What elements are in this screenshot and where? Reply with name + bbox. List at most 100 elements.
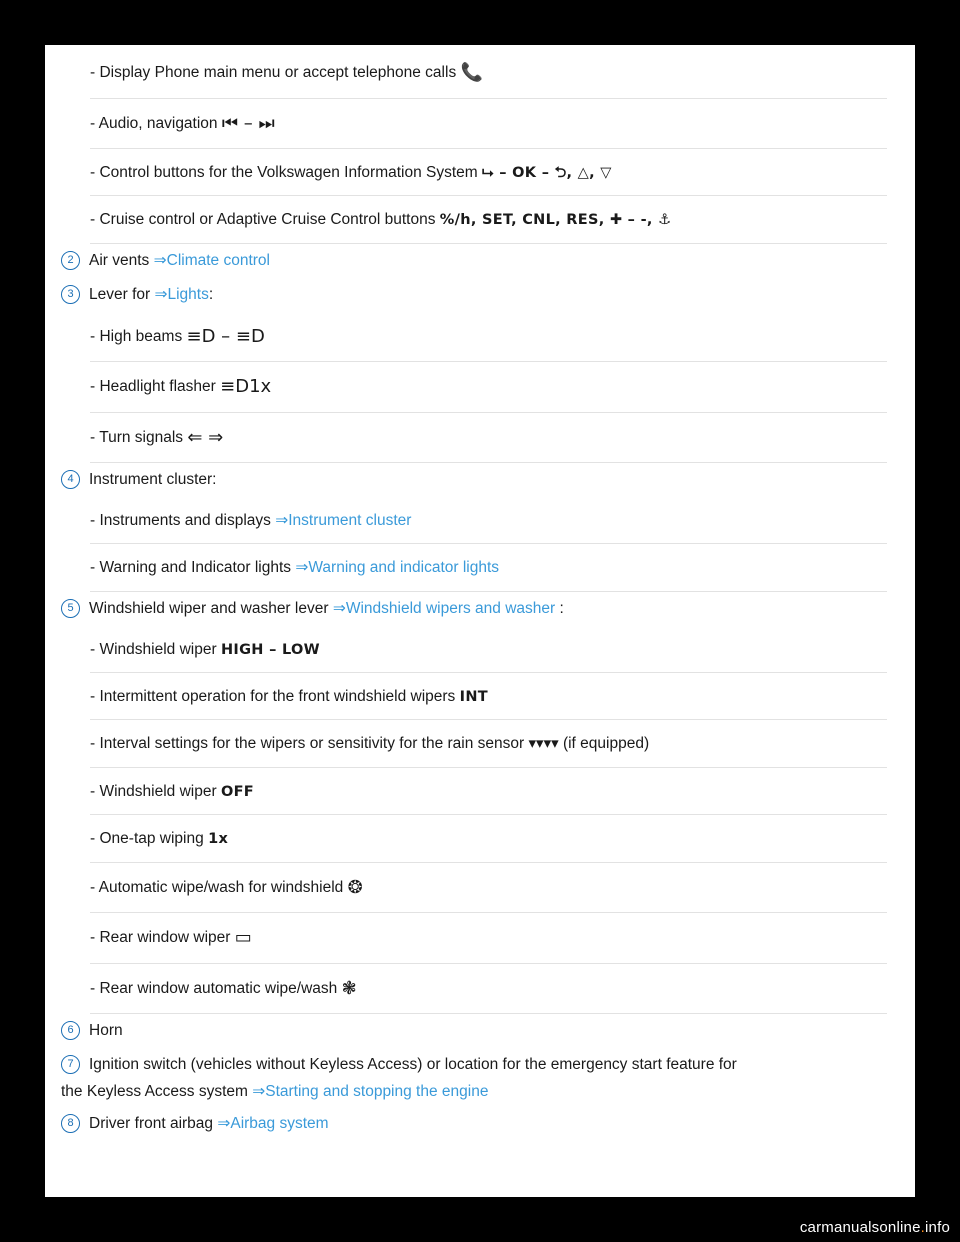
watermark-text-after: info xyxy=(925,1219,950,1236)
item-text: Instruments and displays xyxy=(99,512,271,530)
bullet-dash: - xyxy=(90,327,96,345)
bullet-dash: - xyxy=(90,735,96,753)
list-item: - Rear window automatic wipe/wash ❃ xyxy=(90,964,887,1015)
bullet-dash: - xyxy=(90,559,96,577)
item-text: Turn signals xyxy=(99,428,184,446)
list-item-7: 7 Ignition switch (vehicles without Keyle… xyxy=(61,1048,915,1082)
list-item: - Windshield wiper OFF xyxy=(90,768,887,816)
bullet-dash: - xyxy=(90,512,96,530)
item-text: Windshield wiper and washer lever xyxy=(89,599,329,617)
wiper-speed-icons: HIGH – LOW xyxy=(220,641,320,658)
item-number-badge: 5 xyxy=(61,598,80,618)
rear-wiper-icon: ▭ xyxy=(234,927,252,949)
phone-icon: 📞 xyxy=(460,62,483,83)
item-text: Air vents xyxy=(89,251,150,269)
reference-arrow-icon: ⇒ xyxy=(217,1114,231,1132)
item-text: Intermittent operation for the front win… xyxy=(99,688,456,706)
list-item: - High beams ≡D – ≡D xyxy=(90,312,887,363)
item-text: Instrument cluster: xyxy=(89,471,217,489)
item-number-badge: 7 xyxy=(61,1054,80,1074)
item-text: Windshield wiper xyxy=(99,782,217,800)
headlight-flasher-icon: ≡D1x xyxy=(220,376,272,398)
bullet-dash: - xyxy=(90,878,96,896)
cross-reference-link[interactable]: Windshield wipers and washer xyxy=(346,600,555,617)
bullet-dash: - xyxy=(90,114,96,132)
bullet-dash: - xyxy=(90,211,96,229)
list-item: - Windshield wiper HIGH – LOW xyxy=(90,626,887,674)
reference-arrow-icon: ⇒ xyxy=(252,1082,266,1100)
item-text: Automatic wipe/wash for windshield xyxy=(98,878,344,896)
cruise-control-icons: %/h, SET, CNL, RES, ✚ – -, ⚓ xyxy=(439,212,672,229)
reference-arrow-icon: ⇒ xyxy=(332,599,346,617)
cross-reference-link[interactable]: Instrument cluster xyxy=(288,512,411,529)
watermark: carmanualsonline.info xyxy=(800,1219,950,1236)
item-tail-text: (if equipped) xyxy=(562,735,650,753)
item-number-badge: 6 xyxy=(61,1021,80,1041)
list-item: - Headlight flasher ≡D1x xyxy=(90,362,887,413)
list-item: - Interval settings for the wipers or se… xyxy=(90,720,887,768)
windshield-washer-icon: ❂ xyxy=(347,876,363,898)
bullet-dash: - xyxy=(90,782,96,800)
bullet-dash: - xyxy=(90,830,96,848)
item-text: Horn xyxy=(89,1022,123,1040)
list-item-3: 3 Lever for ⇒Lights: xyxy=(61,278,915,312)
cross-reference-link[interactable]: Warning and indicator lights xyxy=(308,559,499,576)
document-content: - Display Phone main menu or accept tele… xyxy=(45,45,915,1141)
cross-reference-link[interactable]: Climate control xyxy=(167,252,270,269)
list-item: - Audio, navigation ⏮ – ⏭ xyxy=(90,99,887,149)
item-text: Interval settings for the wipers or sens… xyxy=(99,735,525,753)
item-text: Rear window wiper xyxy=(99,929,231,947)
high-beam-icons: ≡D – ≡D xyxy=(186,325,265,347)
wiper-off-icon: OFF xyxy=(220,783,255,800)
bullet-dash: - xyxy=(90,164,96,181)
wiper-intermittent-icon: INT xyxy=(459,689,488,706)
item-text: Control buttons for the Volkswagen Infor… xyxy=(99,164,478,181)
document-page: - Display Phone main menu or accept tele… xyxy=(45,45,915,1197)
bullet-dash: - xyxy=(90,428,96,446)
item-text: Lever for xyxy=(89,285,151,303)
bullet-dash: - xyxy=(90,688,96,706)
item-text: Rear window automatic wipe/wash xyxy=(99,979,338,997)
item-text: Audio, navigation xyxy=(98,114,218,132)
list-item-2: 2 Air vents ⇒Climate control xyxy=(61,244,915,278)
reference-arrow-icon: ⇒ xyxy=(153,251,167,269)
item-text: Ignition switch (vehicles without Keyles… xyxy=(89,1055,737,1073)
list-item: - One-tap wiping 1x xyxy=(90,815,887,863)
item-text: One-tap wiping xyxy=(99,830,204,848)
item-text: Display Phone main menu or accept teleph… xyxy=(99,64,457,81)
cross-reference-link[interactable]: Airbag system xyxy=(230,1115,328,1132)
bullet-dash: - xyxy=(90,64,96,81)
item-text: the Keyless Access system xyxy=(61,1082,248,1100)
reference-arrow-icon: ⇒ xyxy=(154,285,168,303)
list-item: - Warning and Indicator lights ⇒Warning … xyxy=(90,544,887,592)
item-text: High beams xyxy=(99,327,183,345)
item-number-badge: 2 xyxy=(61,250,80,270)
list-item-5: 5 Windshield wiper and washer lever ⇒Wind… xyxy=(61,592,915,626)
reference-arrow-icon: ⇒ xyxy=(295,559,309,577)
item-text: Cruise control or Adaptive Cruise Contro… xyxy=(99,211,436,229)
bullet-dash: - xyxy=(90,929,96,947)
rain-sensor-level-icons: ▾▾▾▾ xyxy=(528,734,559,753)
list-item: - Turn signals ⇐ ⇒ xyxy=(90,413,887,464)
list-item-8: 8 Driver front airbag ⇒Airbag system xyxy=(61,1107,915,1141)
bullet-dash: - xyxy=(90,378,96,396)
list-item-6: 6 Horn xyxy=(61,1014,915,1048)
item-number-badge: 8 xyxy=(61,1113,80,1133)
list-item: - Automatic wipe/wash for windshield ❂ xyxy=(90,863,887,914)
cross-reference-link[interactable]: Starting and stopping the engine xyxy=(265,1083,488,1100)
item-text: Headlight flasher xyxy=(99,378,216,396)
turn-signal-icons: ⇐ ⇒ xyxy=(187,426,224,448)
cross-reference-link[interactable]: Lights xyxy=(167,286,208,303)
item-number-badge: 3 xyxy=(61,284,80,304)
item-number-badge: 4 xyxy=(61,470,80,490)
reference-arrow-icon: ⇒ xyxy=(275,512,289,530)
infotainment-control-icons: ⮡ – OK – ⮌, △, ▽ xyxy=(482,165,612,181)
list-item: - Control buttons for the Volkswagen Inf… xyxy=(90,149,887,197)
watermark-text-before: carmanualsonline xyxy=(799,1219,921,1236)
list-item: - Rear window wiper ▭ xyxy=(90,913,887,964)
list-item-7-continuation: the Keyless Access system ⇒Starting and … xyxy=(61,1082,915,1107)
bullet-dash: - xyxy=(90,640,96,658)
bullet-dash: - xyxy=(90,979,96,997)
list-item: - Display Phone main menu or accept tele… xyxy=(90,45,887,99)
list-item-4: 4 Instrument cluster: xyxy=(61,463,915,497)
